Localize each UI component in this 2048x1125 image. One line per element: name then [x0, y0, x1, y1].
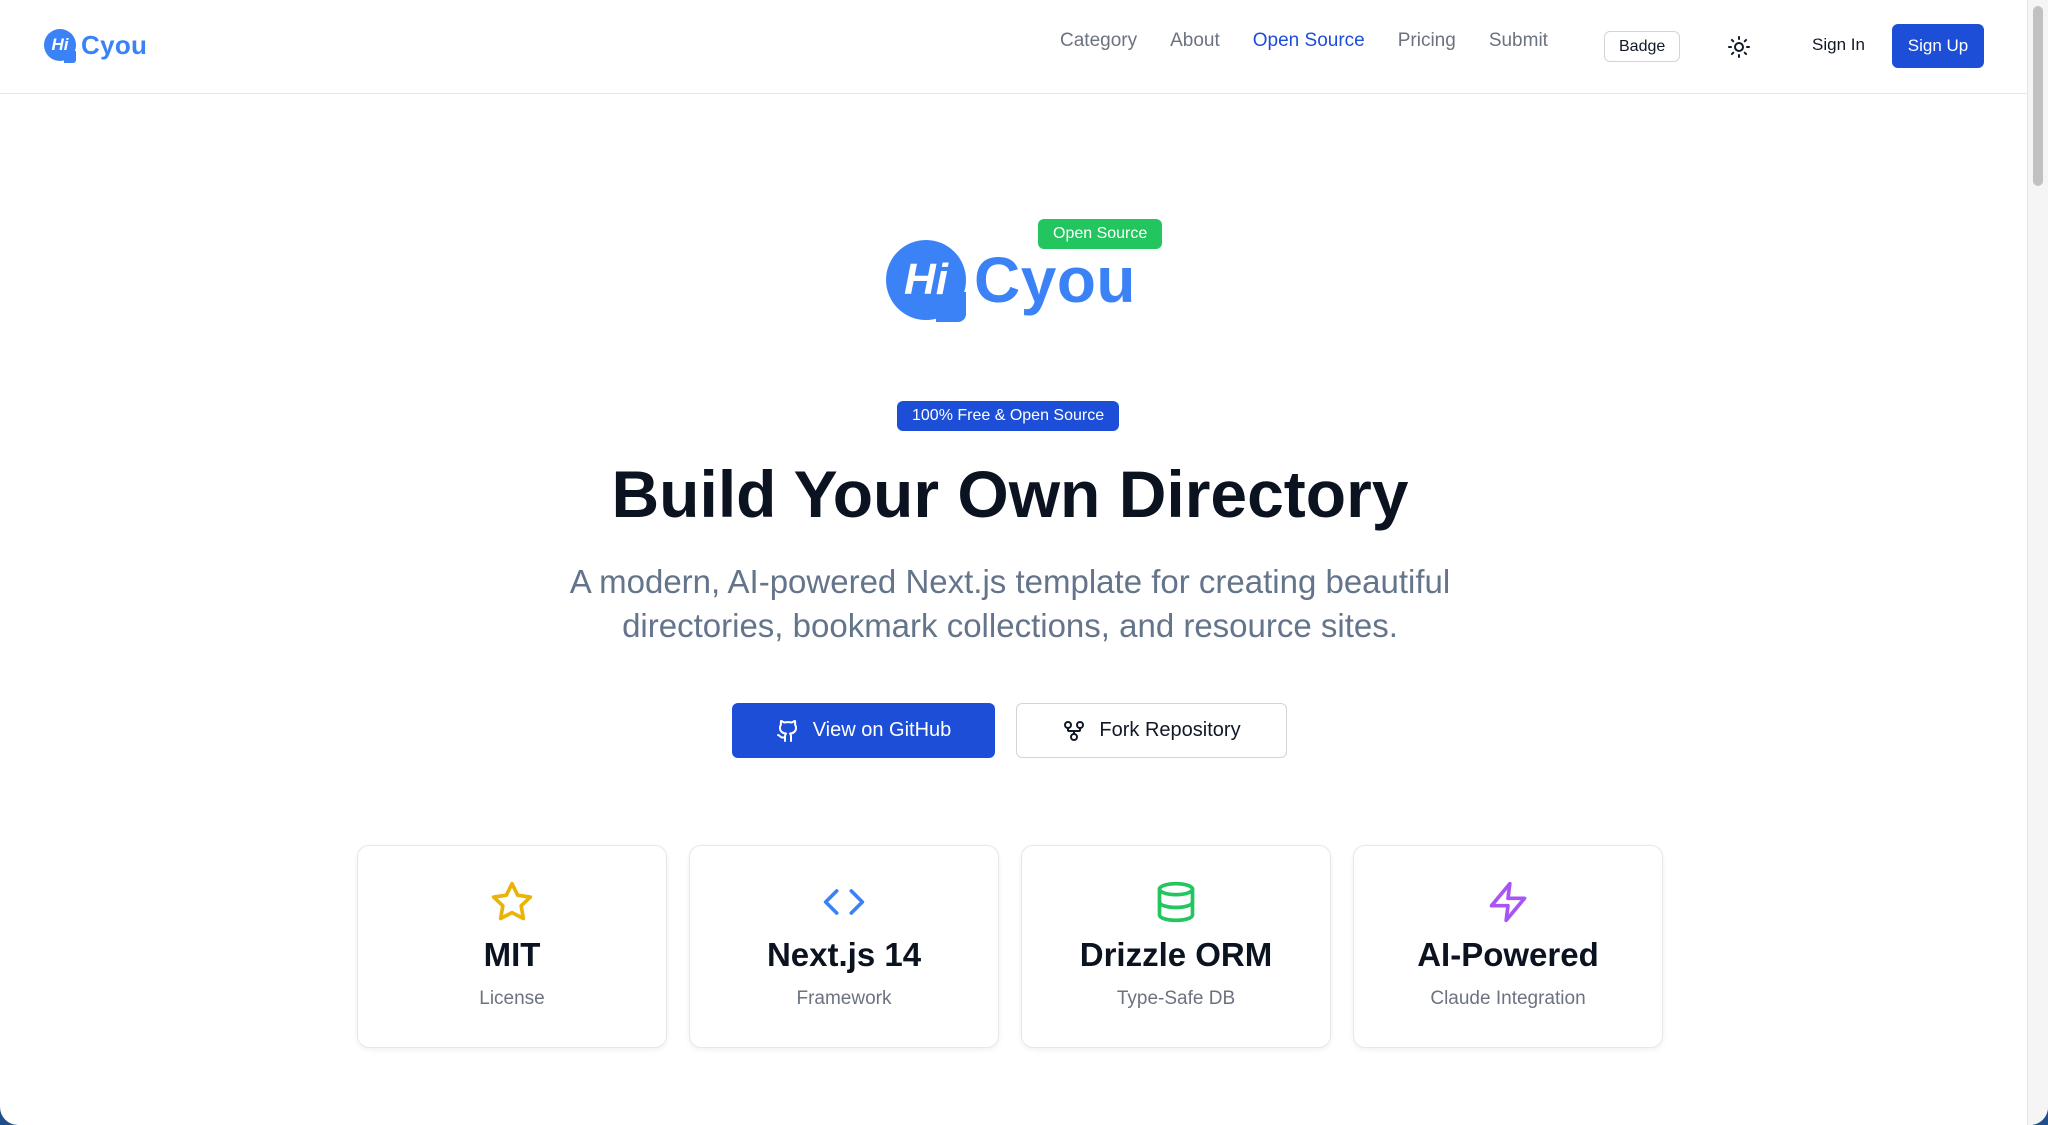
star-icon [490, 880, 534, 924]
hero-subtitle-line-1: A modern, AI-powered Next.js template fo… [569, 563, 1451, 600]
brand-logo[interactable]: Hi Cyou [44, 29, 148, 63]
sign-up-button[interactable]: Sign Up [1892, 24, 1984, 68]
github-icon [776, 719, 800, 743]
feature-title: Drizzle ORM [1079, 936, 1273, 973]
sign-in-button[interactable]: Sign In [1812, 35, 1865, 55]
feature-cards: MIT License Next.js 14 Framework Drizzle… [357, 845, 1685, 1048]
scrollbar-thumb[interactable] [2033, 6, 2043, 186]
fork-repository-button[interactable]: Fork Repository [1016, 703, 1287, 758]
page: Hi Cyou Category About Open Source Prici… [0, 0, 2048, 1125]
open-source-tag: Open Source [1038, 219, 1163, 249]
fork-repository-label: Fork Repository [1099, 719, 1241, 741]
code-icon [822, 880, 866, 924]
main-nav: Category About Open Source Pricing Submi… [1060, 30, 1581, 52]
brand-mark: Hi [51, 35, 69, 54]
hero-logo: Hi Cyou [886, 240, 1136, 322]
feature-subtitle: Claude Integration [1430, 988, 1586, 1009]
sun-icon [1728, 36, 1750, 58]
git-fork-icon [1062, 719, 1086, 743]
hero-title: Build Your Own Directory [611, 457, 1409, 531]
zap-icon [1486, 880, 1530, 924]
nav-item-open-source[interactable]: Open Source [1253, 30, 1365, 52]
badge-button[interactable]: Badge [1604, 31, 1681, 62]
nav-item-category[interactable]: Category [1060, 30, 1137, 52]
brand-bubble-icon: Hi [44, 29, 76, 63]
hero-bubble-icon: Hi [886, 240, 966, 322]
nav-item-pricing[interactable]: Pricing [1398, 30, 1456, 52]
feature-subtitle: Framework [796, 988, 892, 1009]
database-icon [1154, 880, 1198, 924]
nav-item-about[interactable]: About [1170, 30, 1220, 52]
hero-logo-mark: Hi [904, 255, 948, 304]
view-on-github-button[interactable]: View on GitHub [732, 703, 995, 758]
feature-title: AI-Powered [1417, 936, 1599, 973]
feature-card-framework: Next.js 14 Framework [689, 845, 999, 1048]
feature-card-license: MIT License [357, 845, 667, 1048]
feature-title: Next.js 14 [766, 936, 922, 973]
page-scrollbar[interactable] [2027, 0, 2048, 1125]
site-header: Hi Cyou Category About Open Source Prici… [0, 0, 2027, 94]
feature-title: MIT [483, 936, 541, 973]
free-open-source-pill: 100% Free & Open Source [897, 401, 1120, 431]
feature-card-ai: AI-Powered Claude Integration [1353, 845, 1663, 1048]
feature-subtitle: License [479, 988, 545, 1009]
hero-subtitle-line-2: directories, bookmark collections, and r… [622, 607, 1398, 644]
nav-item-submit[interactable]: Submit [1489, 30, 1548, 52]
theme-toggle-button[interactable] [1724, 32, 1754, 62]
feature-subtitle: Type-Safe DB [1116, 988, 1236, 1009]
hero-subtitle: A modern, AI-powered Next.js template fo… [0, 560, 2020, 648]
view-on-github-label: View on GitHub [812, 719, 952, 741]
brand-name: Cyou [81, 29, 148, 60]
feature-card-database: Drizzle ORM Type-Safe DB [1021, 845, 1331, 1048]
hero-logo-name: Cyou [974, 244, 1136, 316]
